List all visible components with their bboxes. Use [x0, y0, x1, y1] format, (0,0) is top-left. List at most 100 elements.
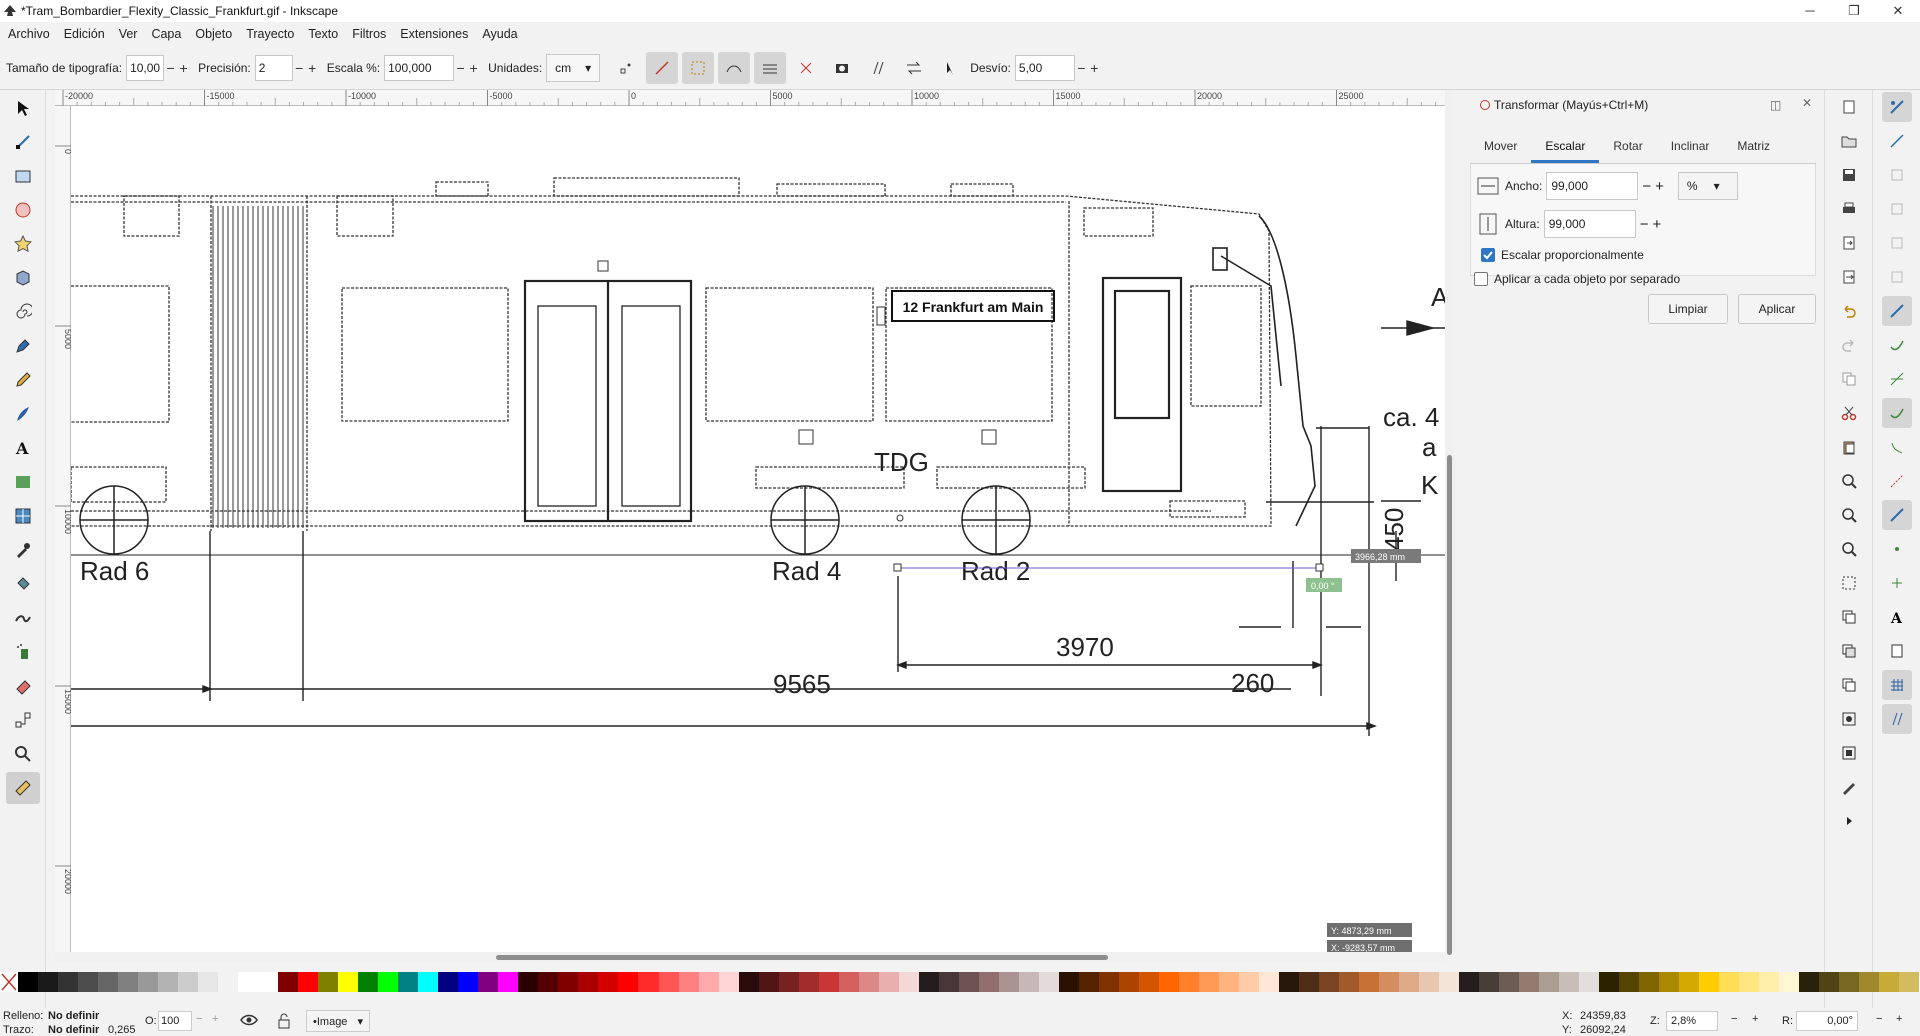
color-swatch[interactable]: [278, 972, 299, 992]
color-swatch[interactable]: [18, 972, 39, 992]
increment-icon[interactable]: +: [212, 1013, 218, 1025]
close-dialog-icon[interactable]: ✕: [1802, 96, 1812, 110]
color-swatch[interactable]: [418, 972, 439, 992]
dropper-tool-icon[interactable]: [6, 534, 40, 566]
color-swatch[interactable]: [758, 972, 779, 992]
text-tool-icon[interactable]: A: [6, 432, 40, 464]
snap-intersection-icon[interactable]: [1882, 364, 1912, 394]
color-swatch[interactable]: [1699, 972, 1720, 992]
color-swatch[interactable]: [1399, 972, 1420, 992]
zoom-page-icon[interactable]: [1834, 534, 1864, 564]
pen-tool-icon[interactable]: [6, 330, 40, 362]
node-tool-icon[interactable]: [6, 126, 40, 158]
color-swatch[interactable]: [1719, 972, 1740, 992]
stroke-value[interactable]: No definir: [48, 1024, 99, 1036]
rotation-input[interactable]: 0,00°: [1796, 1011, 1858, 1031]
reverse-measure-icon[interactable]: [790, 52, 822, 84]
scale-input[interactable]: 100,000: [384, 54, 455, 81]
color-swatch[interactable]: [1559, 972, 1580, 992]
tab-escalar[interactable]: Escalar: [1531, 129, 1600, 163]
color-swatch[interactable]: [1439, 972, 1460, 992]
color-swatch[interactable]: [198, 972, 219, 992]
print-icon[interactable]: [1834, 194, 1864, 224]
proportional-checkbox[interactable]: [1481, 248, 1495, 262]
layers-icon[interactable]: [754, 51, 787, 84]
color-swatch[interactable]: [1058, 972, 1079, 992]
measure-only-selected-icon[interactable]: [610, 52, 642, 84]
layer-visibility-eye-icon[interactable]: [240, 1013, 258, 1030]
color-swatch[interactable]: [1319, 972, 1340, 992]
to-guides-icon[interactable]: [862, 52, 894, 84]
color-swatch[interactable]: [698, 972, 719, 992]
vertical-ruler[interactable]: 0 5000 10000 15000 20000: [55, 106, 73, 952]
ungroup-icon[interactable]: [1834, 738, 1864, 768]
color-swatch[interactable]: [1238, 972, 1259, 992]
menu-trayecto[interactable]: Trayecto: [242, 27, 298, 41]
color-swatch[interactable]: [518, 972, 539, 992]
mesh-tool-icon[interactable]: [6, 500, 40, 532]
3d-box-tool-icon[interactable]: [6, 262, 40, 294]
close-button[interactable]: ✕: [1876, 0, 1920, 22]
color-swatch[interactable]: [118, 972, 139, 992]
color-swatch[interactable]: [1799, 972, 1820, 992]
color-swatch[interactable]: [718, 972, 739, 992]
color-swatch[interactable]: [378, 972, 399, 992]
increment-icon[interactable]: +: [177, 60, 190, 76]
height-input[interactable]: 99,000: [1543, 210, 1636, 238]
color-swatch[interactable]: [1038, 972, 1059, 992]
decrement-icon[interactable]: −: [1876, 1013, 1882, 1025]
maximize-button[interactable]: ❐: [1832, 0, 1876, 22]
units-dropdown[interactable]: cm ▾: [546, 53, 601, 82]
snap-others-icon[interactable]: [1881, 500, 1912, 530]
color-swatch[interactable]: [1599, 972, 1620, 992]
cut-icon[interactable]: [1834, 398, 1864, 428]
ignore-first-last-icon[interactable]: [646, 51, 679, 84]
snap-guide-icon[interactable]: [1881, 704, 1912, 734]
color-swatch[interactable]: [818, 972, 839, 992]
unlink-clone-icon[interactable]: [1834, 670, 1864, 700]
color-swatch[interactable]: [638, 972, 659, 992]
color-swatch[interactable]: [1138, 972, 1159, 992]
xml-editor-icon[interactable]: [1834, 772, 1864, 802]
decrement-icon[interactable]: −: [1075, 60, 1088, 76]
decrement-icon[interactable]: −: [164, 60, 177, 76]
color-swatch[interactable]: [898, 972, 919, 992]
color-swatch[interactable]: [478, 972, 499, 992]
color-swatch[interactable]: [258, 972, 279, 992]
tab-matriz[interactable]: Matriz: [1723, 129, 1784, 163]
snap-bbox-midpoint-icon[interactable]: [1882, 228, 1912, 258]
pencil-tool-icon[interactable]: [6, 364, 40, 396]
menu-objeto[interactable]: Objeto: [191, 27, 236, 41]
color-swatch[interactable]: [618, 972, 639, 992]
increment-icon[interactable]: +: [1896, 1013, 1902, 1025]
color-swatch[interactable]: [98, 972, 119, 992]
clone-icon[interactable]: [1834, 636, 1864, 666]
apply-button[interactable]: Aplicar: [1738, 294, 1816, 324]
color-swatch[interactable]: [738, 972, 759, 992]
horizontal-scrollbar[interactable]: [55, 952, 1445, 962]
connector-tool-icon[interactable]: [6, 704, 40, 736]
increment-icon[interactable]: +: [1752, 1013, 1758, 1025]
unit-dropdown[interactable]: % ▾: [1677, 172, 1738, 200]
vertical-scrollbar[interactable]: [1445, 90, 1455, 955]
zoom-selection-icon[interactable]: [1834, 466, 1864, 496]
color-swatch[interactable]: [1339, 972, 1360, 992]
snap-bbox-center-icon[interactable]: [1882, 262, 1912, 292]
apply-separately-checkbox[interactable]: [1474, 272, 1488, 286]
ellipse-tool-icon[interactable]: [6, 194, 40, 226]
decrement-icon[interactable]: −: [293, 60, 306, 76]
snap-rotation-center-icon[interactable]: [1882, 568, 1912, 598]
snap-nodes-icon[interactable]: [1881, 296, 1912, 326]
color-swatch[interactable]: [438, 972, 459, 992]
clear-button[interactable]: Limpiar: [1648, 294, 1728, 324]
paint-bucket-tool-icon[interactable]: [6, 568, 40, 600]
paste-icon[interactable]: [1834, 432, 1864, 462]
rectangle-tool-icon[interactable]: [6, 160, 40, 192]
color-swatch[interactable]: [918, 972, 939, 992]
color-swatch[interactable]: [1879, 972, 1900, 992]
menu-ver[interactable]: Ver: [115, 27, 142, 41]
menu-filtros[interactable]: Filtros: [348, 27, 390, 41]
stroke-width-value[interactable]: 0,265: [108, 1024, 136, 1036]
color-swatch[interactable]: [1299, 972, 1320, 992]
color-swatch[interactable]: [1679, 972, 1700, 992]
